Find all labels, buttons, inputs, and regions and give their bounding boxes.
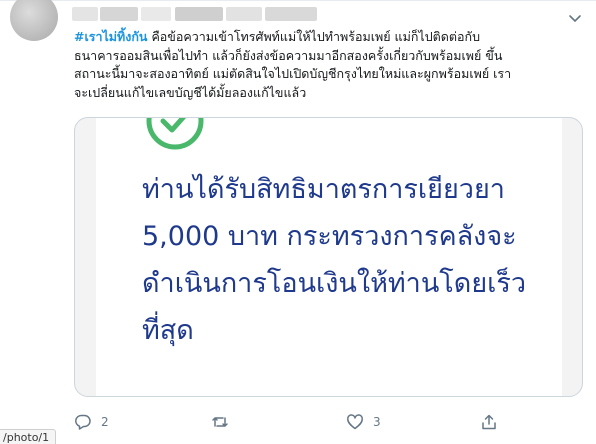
tweet-header bbox=[0, 0, 596, 41]
reply-icon bbox=[75, 414, 91, 430]
blurred-name bbox=[141, 7, 171, 21]
blurred-name bbox=[226, 7, 262, 21]
media-text-line: 5,000 บาท กระทรวงการคลังจะ bbox=[142, 221, 517, 252]
share-button[interactable] bbox=[480, 411, 507, 433]
blurred-name bbox=[265, 7, 317, 21]
retweet-icon bbox=[212, 417, 228, 427]
tweet-text-line: จะเปลี่ยนแก้ไขเลขบัญชีได้มั้ยลองแก้ไขแล้… bbox=[74, 84, 307, 100]
blurred-name bbox=[100, 7, 138, 21]
media-text-line: ดำเนินการโอนเงินให้ท่านโดยเร็ว bbox=[142, 268, 527, 299]
tweet-text-line: สถานะนี้มาจะสองอาทิตย์ แม่ตัดสินใจไปเปิด… bbox=[74, 66, 512, 81]
tweet-actions: 2 3 bbox=[74, 411, 584, 435]
reply-button[interactable]: 2 bbox=[74, 411, 109, 433]
like-count: 3 bbox=[373, 415, 381, 429]
status-bar-url: /photo/1 bbox=[0, 429, 57, 444]
media-text-line: ท่านได้รับสิทธิมาตรการเยียวยา bbox=[142, 174, 505, 205]
like-button[interactable]: 3 bbox=[346, 411, 381, 433]
tweet[interactable]: #เราไม่ทิ้งกัน คือข้อความเข้าโทรศัพท์แม่… bbox=[0, 0, 596, 444]
media-image-text: ท่านได้รับสิทธิมาตรการเยียวยา 5,000 บาท … bbox=[142, 166, 562, 354]
tweet-text-line: #เราไม่ทิ้งกัน คือข้อความเข้าโทรศัพท์แม่… bbox=[74, 28, 584, 47]
media-text-line: ที่สุด bbox=[142, 315, 194, 346]
heart-icon bbox=[347, 414, 363, 430]
share-icon bbox=[482, 414, 496, 430]
media-image-content: ท่านได้รับสิทธิมาตรการเยียวยา 5,000 บาท … bbox=[96, 118, 562, 396]
media-image[interactable]: ท่านได้รับสิทธิมาตรการเยียวยา 5,000 บาท … bbox=[74, 117, 583, 397]
tweet-text-line: ธนาคารออมสินเพื่อไปทำ แล้วก็ยังส่งข้อควา… bbox=[74, 47, 503, 63]
blurred-name bbox=[72, 7, 98, 21]
check-circle-icon bbox=[146, 118, 204, 150]
tweet-text-segment: คือข้อความเข้าโทรศัพท์แม่ให้ไปทำพร้อมเพย… bbox=[147, 29, 481, 44]
chevron-down-icon[interactable] bbox=[566, 9, 584, 27]
tweet-text: #เราไม่ทิ้งกัน คือข้อความเข้าโทรศัพท์แม่… bbox=[74, 28, 584, 102]
hashtag-link[interactable]: #เราไม่ทิ้งกัน bbox=[74, 29, 147, 44]
blurred-name bbox=[175, 7, 223, 21]
retweet-button[interactable] bbox=[211, 411, 238, 433]
avatar[interactable] bbox=[10, 0, 58, 41]
reply-count: 2 bbox=[101, 415, 109, 429]
